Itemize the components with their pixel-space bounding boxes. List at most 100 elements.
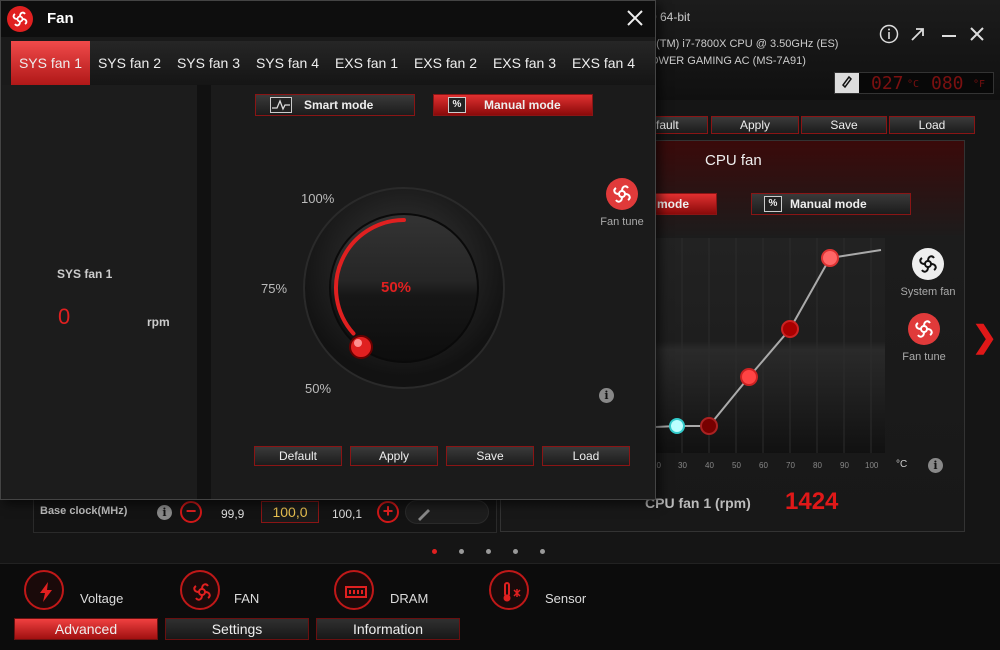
tab-exs-fan-2[interactable]: EXS fan 2 <box>406 41 485 85</box>
fan-tune-icon <box>606 178 638 210</box>
minimize-icon[interactable] <box>938 24 960 46</box>
main-apply-button[interactable]: Apply <box>711 116 799 134</box>
temperature-display: 027 °C 080 °F <box>834 72 994 94</box>
tab-exs-fan-3[interactable]: EXS fan 3 <box>485 41 564 85</box>
base-clock-edit-field[interactable] <box>405 500 489 524</box>
tab-exs-fan-4[interactable]: EXS fan 4 <box>564 41 643 85</box>
graph-tick-50: 50 <box>732 461 741 470</box>
fan-icon <box>180 570 220 610</box>
curve-point-2 <box>700 417 718 435</box>
temp-celsius-unit: °C <box>907 79 920 90</box>
page-dot-1[interactable] <box>432 549 437 554</box>
restore-icon[interactable] <box>907 24 929 46</box>
graph-tick-100: 100 <box>865 461 879 470</box>
knob-percent-value: 50% <box>381 279 412 296</box>
fan-rpm-value: 0 <box>58 304 71 329</box>
tab-sys-fan-1[interactable]: SYS fan 1 <box>11 41 90 85</box>
knob-level-arc <box>334 218 406 336</box>
base-clock-minus-value: 99,9 <box>221 507 245 521</box>
graph-tick-60: 60 <box>759 461 768 470</box>
fan-rpm-unit: rpm <box>147 315 170 329</box>
curve-point-1 <box>669 418 685 434</box>
tab-sys-fan-2[interactable]: SYS fan 2 <box>90 41 169 85</box>
curve-point-3 <box>740 368 758 386</box>
default-button[interactable]: Default <box>254 446 342 466</box>
main-fan-tune-button[interactable]: Fan tune <box>889 313 959 363</box>
smart-mode-label: Smart mode <box>304 98 374 112</box>
base-clock-increase-button[interactable]: + <box>377 501 399 523</box>
fan-status-panel <box>2 85 197 499</box>
graph-tick-70: 70 <box>786 461 795 470</box>
page-dot-2[interactable] <box>459 549 464 554</box>
dialog-info-icon[interactable]: i <box>599 388 614 403</box>
fan-dialog: Fan SYS fan 1 SYS fan 2 SYS fan 3 SYS fa… <box>0 0 656 500</box>
page-dot-3[interactable] <box>486 549 491 554</box>
graph-tick-30: 30 <box>678 461 687 470</box>
dialog-close-icon[interactable] <box>623 5 647 31</box>
os-info: 0 64-bit <box>650 10 691 24</box>
fan-curve-graph[interactable] <box>655 238 885 453</box>
graph-tick-80: 80 <box>813 461 822 470</box>
apply-button[interactable]: Apply <box>350 446 438 466</box>
cpu-rpm-label: CPU fan 1 (rpm) <box>645 495 751 511</box>
cpu-fan-title: CPU fan <box>705 152 762 169</box>
page-dot-4[interactable] <box>513 549 518 554</box>
main-load-button[interactable]: Load <box>889 116 975 134</box>
tab-advanced[interactable]: Advanced <box>14 618 158 640</box>
dialog-title: Fan <box>47 10 74 27</box>
load-button[interactable]: Load <box>542 446 630 466</box>
knob-handle <box>349 335 373 359</box>
base-clock-plus-value: 100,1 <box>332 507 363 521</box>
graph-tick-40: 40 <box>705 461 714 470</box>
tab-sys-fan-3[interactable]: SYS fan 3 <box>169 41 248 85</box>
tab-exs-fan-1[interactable]: EXS fan 1 <box>327 41 406 85</box>
smart-mode-button[interactable]: Smart mode <box>255 94 415 116</box>
fan-tune-button[interactable]: Fan tune <box>597 178 647 228</box>
curve-wave-icon <box>270 97 292 113</box>
system-fan-icon <box>912 248 944 280</box>
tab-sys-fan-4[interactable]: SYS fan 4 <box>248 41 327 85</box>
main-save-button[interactable]: Save <box>801 116 887 134</box>
percent-icon: % <box>764 196 782 212</box>
graph-info-icon[interactable]: i <box>928 458 943 473</box>
category-fan-label: FAN <box>234 591 260 606</box>
curve-point-5 <box>821 249 839 267</box>
thermometer-icon <box>835 73 859 93</box>
category-dram-label: DRAM <box>390 591 429 606</box>
next-page-arrow-icon[interactable]: ❯ <box>972 320 997 355</box>
page-dot-5[interactable] <box>540 549 545 554</box>
cpu-info: e(TM) i7-7800X CPU @ 3.50GHz (ES) <box>650 38 839 50</box>
dialog-titlebar: Fan <box>1 1 655 37</box>
tab-settings[interactable]: Settings <box>165 618 309 640</box>
base-clock-current-value[interactable]: 100,0 <box>261 501 319 523</box>
voltage-icon <box>24 570 64 610</box>
graph-tick-90: 90 <box>840 461 849 470</box>
cpu-manual-mode-button[interactable]: % Manual mode <box>751 193 911 215</box>
tab-information[interactable]: Information <box>316 618 460 640</box>
save-button[interactable]: Save <box>446 446 534 466</box>
main-fan-tune-label: Fan tune <box>902 351 946 363</box>
selected-fan-label: SYS fan 1 <box>57 267 113 281</box>
panel-divider <box>197 85 211 499</box>
fan-tune-label: Fan tune <box>600 216 644 228</box>
pencil-icon <box>418 509 430 521</box>
base-clock-decrease-button[interactable]: − <box>180 501 202 523</box>
cpu-manual-mode-label: Manual mode <box>790 197 867 211</box>
fan-tune-icon <box>908 313 940 345</box>
category-sensor-label: Sensor <box>545 591 587 606</box>
manual-mode-label: Manual mode <box>484 98 561 112</box>
dram-icon <box>334 570 374 610</box>
system-fan-label: System fan <box>900 286 956 298</box>
manual-mode-button[interactable]: % Manual mode <box>433 94 593 116</box>
knob-label-75: 75% <box>261 281 288 296</box>
base-clock-info-icon[interactable]: i <box>157 505 172 520</box>
temp-fahrenheit-value: 080 <box>931 73 964 94</box>
system-fan-button[interactable]: System fan <box>893 248 963 298</box>
close-icon[interactable] <box>966 24 988 46</box>
temp-celsius-value: 027 <box>871 73 904 94</box>
info-icon[interactable] <box>878 24 900 46</box>
temp-fahrenheit-unit: °F <box>973 79 986 90</box>
motherboard-info: OWER GAMING AC (MS-7A91) <box>650 55 806 67</box>
base-clock-label: Base clock(MHz) <box>40 505 128 517</box>
sensor-icon <box>489 570 529 610</box>
